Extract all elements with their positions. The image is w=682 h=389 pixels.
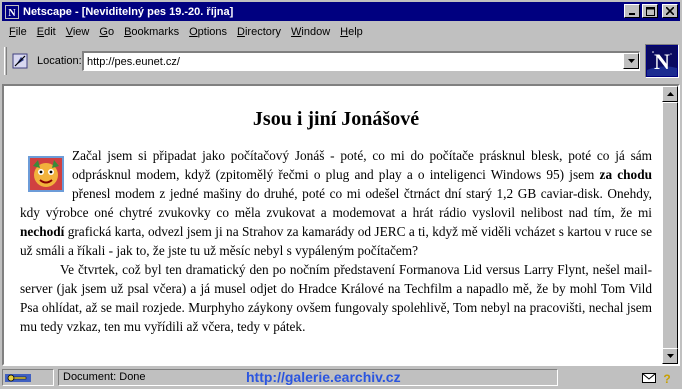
article-heading: Jsou i jiní Jonášové	[252, 108, 420, 130]
menu-window[interactable]: Window	[286, 26, 335, 38]
status-right-icons: ?	[618, 369, 678, 386]
bold-phrase-za-chodu: za chodu	[599, 167, 652, 182]
vertical-scrollbar[interactable]	[662, 86, 678, 364]
svg-text:N: N	[654, 49, 670, 74]
close-button[interactable]	[662, 4, 678, 18]
scroll-down-button[interactable]	[662, 348, 678, 364]
help-question-icon[interactable]: ?	[662, 372, 672, 384]
menu-directory[interactable]: Directory	[232, 26, 286, 38]
url-input[interactable]	[84, 55, 604, 68]
dog-image-icon	[28, 156, 64, 192]
chevron-down-icon	[627, 59, 635, 63]
maximize-icon	[645, 6, 655, 16]
netscape-logo[interactable]: N	[645, 44, 679, 78]
menu-file[interactable]: File	[4, 26, 32, 38]
bold-phrase-nechodi: nechodí	[20, 224, 65, 239]
menu-options[interactable]: Options	[184, 26, 232, 38]
svg-text:?: ?	[663, 372, 670, 384]
scroll-thumb[interactable]	[662, 102, 678, 357]
netscape-app-icon[interactable]: N	[4, 4, 20, 20]
overlay-url-watermark: http://galerie.earchiv.cz	[246, 369, 401, 385]
bookmark-link-icon[interactable]	[11, 51, 31, 71]
page-viewport: Jsou i jiní Jonášové Začal jsem si připa…	[2, 84, 680, 366]
toolbar-grip[interactable]	[4, 47, 7, 75]
arrow-down-icon	[666, 354, 674, 358]
mail-icon[interactable]	[642, 372, 656, 383]
minimize-icon	[629, 13, 635, 15]
page-content: Jsou i jiní Jonášové Začal jsem si připa…	[4, 86, 662, 364]
scroll-up-button[interactable]	[662, 86, 678, 102]
article-paragraph-1: Začal jsem si připadat jako počítačový J…	[20, 148, 652, 258]
location-field[interactable]	[82, 51, 640, 71]
window-title: Netscape - [Neviditelný pes 19.-20. říjn…	[23, 5, 234, 18]
broken-key-icon	[5, 373, 31, 382]
maximize-button[interactable]	[642, 4, 658, 18]
location-label: Location:	[37, 55, 82, 67]
menu-view[interactable]: View	[61, 26, 95, 38]
menu-bookmarks[interactable]: Bookmarks	[119, 26, 184, 38]
menu-bar: File Edit View Go Bookmarks Options Dire…	[2, 22, 680, 41]
location-toolbar: Location:	[2, 43, 642, 79]
menu-help[interactable]: Help	[335, 26, 368, 38]
title-bar[interactable]: N Netscape - [Neviditelný pes 19.-20. ří…	[2, 2, 680, 21]
article-paragraph-2: Ve čtvrtek, což byl ten dramatický den p…	[20, 262, 652, 334]
status-bar: Document: Done http://galerie.earchiv.cz…	[2, 368, 680, 387]
location-dropdown-button[interactable]	[623, 53, 639, 69]
svg-text:N: N	[8, 8, 16, 19]
arrow-up-icon	[666, 92, 674, 96]
menu-edit[interactable]: Edit	[32, 26, 61, 38]
close-icon	[666, 7, 674, 15]
menu-go[interactable]: Go	[94, 26, 119, 38]
minimize-button[interactable]	[624, 4, 640, 18]
security-indicator[interactable]	[2, 369, 54, 386]
